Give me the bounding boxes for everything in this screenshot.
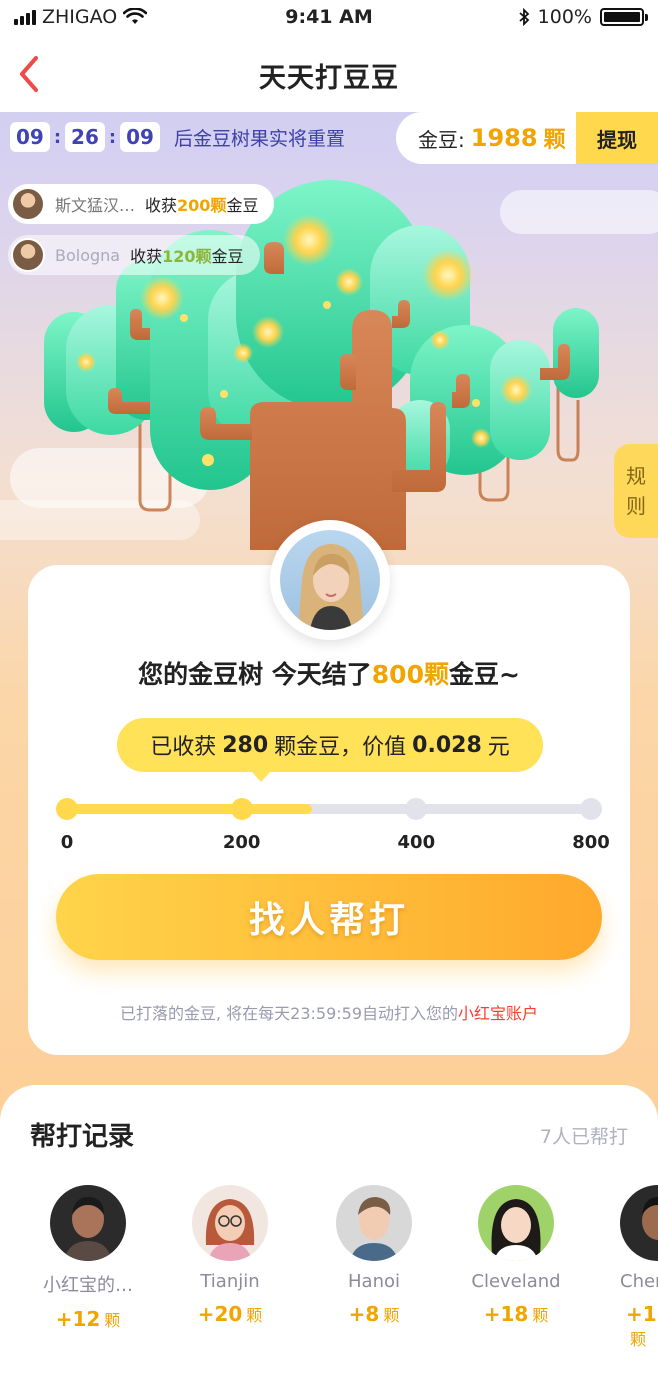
headline-suffix: 金豆~ [448, 660, 520, 689]
avatar [478, 1185, 554, 1261]
harvest-progress-bar [56, 798, 602, 820]
summary-count: 280 [222, 732, 269, 758]
coin-value: 1988 [470, 124, 538, 152]
avatar [620, 1185, 658, 1261]
helper-name: Hanoi [348, 1271, 400, 1292]
countdown-seconds: 09 [120, 122, 160, 152]
helper-amount-value: +8 [348, 1302, 380, 1326]
avatar [11, 238, 45, 272]
rules-label-line1: 规 [626, 464, 646, 488]
helper-name: Chen [620, 1271, 658, 1292]
deposit-note: 已打落的金豆, 将在每天23:59:59自动打入您的小红宝账户 [0, 1000, 658, 1024]
countdown-hours: 09 [10, 122, 50, 152]
page-title: 天天打豆豆 [259, 63, 399, 94]
harvest-toast: Bologna 收获120颗金豆 [8, 235, 260, 275]
toast-text: 收获120颗金豆 [130, 243, 243, 267]
countdown-message: 后金豆树果实将重置 [173, 127, 345, 150]
rules-button[interactable]: 规 则 [614, 444, 658, 538]
countdown-minutes: 26 [65, 122, 105, 152]
battery-percent: 100% [537, 6, 592, 28]
nav-bar: 天天打豆豆 [0, 36, 658, 112]
avatar [11, 187, 45, 221]
coin-balance: 金豆: 1988 颗 提现 [396, 112, 658, 164]
coin-label: 金豆: [418, 127, 465, 152]
progress-tick-label: 400 [397, 832, 436, 853]
progress-tick-label: 200 [222, 832, 261, 853]
user-avatar [270, 520, 390, 640]
avatar [192, 1185, 268, 1261]
helper-amount-unit: 颗 [104, 1311, 121, 1330]
battery-level [604, 12, 640, 22]
helper-item[interactable]: Chen +12 颗 [598, 1185, 658, 1350]
helper-item[interactable]: 小红宝的… +12 颗 [28, 1185, 148, 1331]
helper-amount-value: +20 [197, 1302, 243, 1326]
battery-icon [600, 8, 648, 26]
helper-amount: +8 颗 [314, 1302, 434, 1326]
helper-amount-unit: 颗 [383, 1306, 400, 1325]
progress-tick-label: 800 [572, 832, 610, 853]
helper-item[interactable]: Cleveland +18 颗 [456, 1185, 576, 1326]
summary-unit: 元 [487, 735, 510, 760]
helper-amount-value: +12 [55, 1307, 101, 1331]
helper-name: 小红宝的… [43, 1275, 133, 1296]
avatar [50, 1185, 126, 1261]
helper-name: Cleveland [471, 1271, 561, 1292]
progress-milestone [405, 798, 428, 820]
headline-amount: 800颗 [371, 660, 449, 689]
toast-user-name: Bologna [55, 245, 121, 265]
progress-milestone [56, 798, 78, 820]
progress-fill [66, 804, 312, 814]
status-right: 100% [518, 6, 648, 28]
helper-item[interactable]: Tianjin +20 颗 [170, 1185, 290, 1326]
rules-label-line2: 则 [626, 494, 646, 518]
progress-milestone [580, 798, 602, 820]
records-count: 7人已帮打 [539, 1126, 628, 1148]
toast-user-name: 斯文猛汉… [55, 196, 136, 215]
progress-tick-label: 0 [60, 832, 74, 853]
progress-milestone [230, 798, 253, 820]
toast-amount: 120颗 [162, 247, 212, 266]
cloud-shape [500, 190, 658, 234]
reset-countdown: 09 : 26 : 09 后金豆树果实将重置 [10, 122, 345, 152]
summary-middle: 颗金豆，价值 [274, 735, 407, 760]
toast-text: 收获200颗金豆 [145, 192, 258, 216]
user-photo [280, 530, 380, 630]
toast-suffix: 金豆 [211, 247, 244, 266]
coin-unit: 颗 [543, 128, 566, 153]
helper-amount-unit: 颗 [532, 1306, 549, 1325]
bluetooth-icon [519, 8, 529, 26]
woman-portrait-icon [298, 544, 364, 630]
harvested-summary: 已收获 280 颗金豆，价值 0.028 元 [117, 718, 543, 782]
records-title: 帮打记录 [30, 1122, 135, 1152]
headline-prefix: 您的金豆树 今天结了 [138, 660, 372, 689]
countdown-separator: : [108, 126, 117, 148]
avatar [336, 1185, 412, 1261]
toast-amount: 200颗 [177, 196, 227, 215]
status-bar: ZHIGAO 9:41 AM 100% [0, 0, 658, 36]
toast-prefix: 收获 [145, 196, 178, 215]
helper-amount: +12 颗 [598, 1302, 658, 1350]
helper-amount: +12颗 [28, 1307, 148, 1331]
toast-prefix: 收获 [130, 247, 163, 266]
helper-amount-value: +18 [483, 1302, 529, 1326]
account-link[interactable]: 小红宝账户 [458, 1004, 538, 1023]
harvest-headline: 您的金豆树 今天结了800颗金豆~ [0, 655, 658, 691]
helper-amount-unit: 颗 [246, 1306, 263, 1325]
note-text: 已打落的金豆, 将在每天23:59:59自动打入您的 [119, 1004, 459, 1023]
helper-name: Tianjin [200, 1271, 260, 1292]
withdraw-button[interactable]: 提现 [576, 112, 658, 164]
find-helpers-button[interactable]: 找人帮打 [56, 874, 602, 960]
summary-money: 0.028 [412, 732, 482, 758]
summary-prefix: 已收获 [150, 735, 217, 760]
golden-bean-tree-illustration [0, 180, 658, 550]
helper-item[interactable]: Hanoi +8 颗 [314, 1185, 434, 1326]
helper-amount: +20 颗 [170, 1302, 290, 1326]
harvest-toast: 斯文猛汉… 收获200颗金豆 [8, 184, 275, 224]
toast-suffix: 金豆 [226, 196, 259, 215]
countdown-separator: : [53, 126, 62, 148]
helper-amount: +18 颗 [456, 1302, 576, 1326]
helper-amount-unit: 颗 [630, 1330, 647, 1349]
helper-amount-value: +12 [626, 1302, 658, 1326]
